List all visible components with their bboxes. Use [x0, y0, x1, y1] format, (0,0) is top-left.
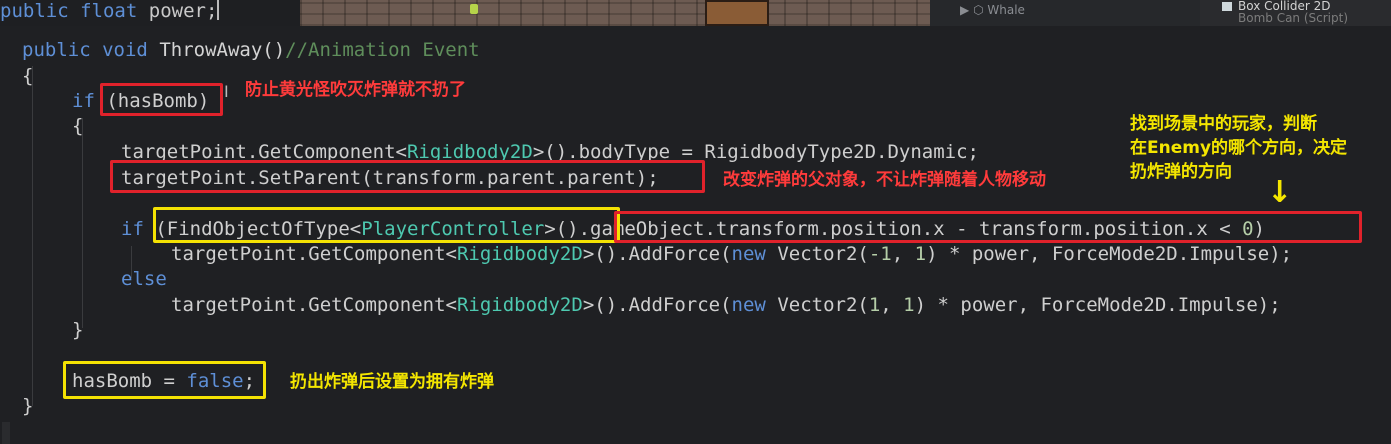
arrow-down-icon: ↓: [1267, 175, 1293, 210]
code-text: power;: [148, 0, 218, 22]
scene-crate: [705, 0, 769, 26]
highlight-position-compare: [614, 211, 1362, 243]
code-line-10: targetPoint.GetComponent<Rigidbody2D>().…: [171, 294, 1281, 316]
annotation-set-parent: 改变炸弹的父对象，不让炸弹随着人物移动: [723, 170, 1046, 190]
keyword: float: [80, 0, 138, 22]
annotation-direction-1: 找到场景中的玩家，判断: [1130, 114, 1317, 134]
indent-guide: [32, 66, 33, 406]
keyword: public: [0, 0, 69, 22]
top-code-line: public float power;: [0, 0, 300, 26]
text-caret: [217, 0, 220, 20]
scene-object: [470, 4, 478, 14]
code-line-1: public void ThrowAway()//Animation Event: [22, 39, 480, 61]
code-line-11: }: [72, 319, 84, 341]
gutter-marker: [2, 422, 10, 444]
highlight-has-bomb: [100, 83, 223, 116]
annotation-direction-3: 扔炸弹的方向: [1130, 162, 1232, 182]
checkbox-icon[interactable]: [1222, 2, 1232, 11]
highlight-find-player: [153, 207, 620, 243]
cube-icon: ⬡: [973, 3, 984, 17]
code-line-8: targetPoint.GetComponent<Rigidbody2D>().…: [171, 243, 1293, 265]
highlight-set-parent: [110, 160, 705, 193]
annotation-has-bomb-false: 扔出炸弹后设置为拥有炸弹: [290, 372, 494, 392]
component-bomb-script[interactable]: Bomb Can (Script): [1200, 12, 1391, 24]
annotation-direction-2: 在Enemy的哪个方向，决定: [1130, 138, 1348, 158]
code-line-2: {: [22, 65, 34, 87]
highlight-has-bomb-false: [63, 361, 266, 399]
inspector-panel[interactable]: Box Collider 2D Bomb Can (Script): [1200, 0, 1391, 26]
hierarchy-panel[interactable]: ▶ ⬡ Whale: [930, 0, 1200, 26]
text-cursor-icon: I: [224, 82, 229, 101]
code-line-4: {: [72, 115, 84, 137]
annotation-has-bomb: 防止黄光怪吹灭炸弹就不扔了: [245, 80, 466, 100]
hierarchy-item-whale[interactable]: Whale: [987, 3, 1025, 17]
indent-guide: [82, 118, 83, 328]
scene-view[interactable]: [300, 0, 930, 26]
code-line-13: }: [22, 395, 34, 417]
code-line-9: else: [121, 268, 167, 290]
top-strip: public float power; ▶ ⬡ Whale Box Collid…: [0, 0, 1391, 26]
expand-arrow-icon[interactable]: ▶: [960, 3, 969, 17]
